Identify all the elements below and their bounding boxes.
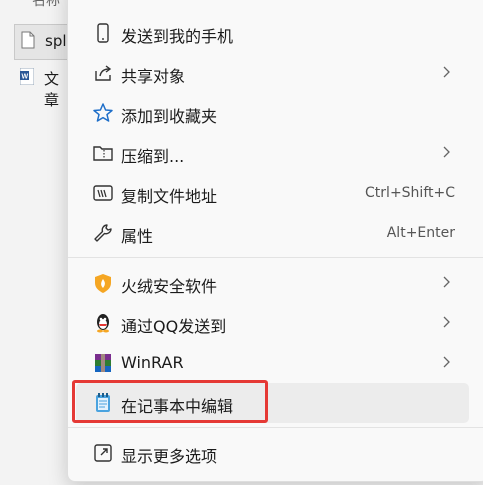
- qq-penguin-icon: [97, 314, 109, 333]
- chevron-right-icon: [443, 316, 450, 328]
- menu-item-label: 复制文件地址: [121, 187, 218, 206]
- wrench-icon: [94, 224, 112, 242]
- menu-item-send-via-qq[interactable]: 通过QQ发送到: [76, 303, 469, 343]
- huorong-shield-icon: [95, 274, 111, 293]
- file-icon: [21, 31, 35, 49]
- menu-item-label: 共享对象: [121, 67, 186, 86]
- partial-icon: [92, 0, 114, 4]
- menu-item-show-more-options[interactable]: 显示更多选项: [76, 433, 469, 473]
- svg-text:W: W: [22, 74, 29, 81]
- menu-item-send-to-phone[interactable]: 发送到我的手机: [76, 13, 469, 53]
- chevron-right-icon: [443, 276, 450, 288]
- menu-item-label: 属性: [121, 227, 154, 246]
- menu-item-copy-path[interactable]: 复制文件地址 Ctrl+Shift+C: [76, 173, 469, 213]
- menu-item-label: 火绒安全软件: [121, 277, 218, 296]
- share-icon: [95, 65, 112, 81]
- winrar-icon: [95, 354, 111, 372]
- menu-item-label: 添加到收藏夹: [121, 107, 218, 126]
- shortcut-text: Alt+Enter: [386, 225, 455, 241]
- menu-item-label: 通过QQ发送到: [121, 317, 227, 336]
- shortcut-text: Ctrl+Shift+C: [365, 185, 455, 201]
- column-header-name[interactable]: 名称: [32, 0, 60, 10]
- star-icon: [93, 103, 113, 122]
- menu-item-label: WinRAR: [121, 353, 184, 372]
- menu-item-label: 显示更多选项: [121, 447, 218, 466]
- zip-folder-icon: [93, 146, 113, 161]
- menu-item-properties[interactable]: 属性 Alt+Enter: [76, 213, 469, 253]
- menu-item-compress-to[interactable]: 压缩到...: [76, 133, 469, 173]
- menu-item-label: 压缩到...: [121, 147, 185, 166]
- file-name: 文章: [44, 70, 60, 109]
- chevron-right-icon: [443, 66, 450, 78]
- menu-item-winrar[interactable]: WinRAR: [76, 343, 469, 383]
- menu-item-share[interactable]: 共享对象: [76, 53, 469, 93]
- more-options-icon: [94, 444, 112, 462]
- menu-item-add-favorites[interactable]: 添加到收藏夹: [76, 93, 469, 133]
- chevron-right-icon: [443, 356, 450, 368]
- word-doc-icon: W: [20, 68, 34, 85]
- menu-item-huorong[interactable]: 火绒安全软件: [76, 263, 469, 303]
- file-row-selected[interactable]: spli: [14, 24, 75, 60]
- menu-item-partial: [76, 0, 469, 13]
- chevron-right-icon: [443, 146, 450, 158]
- highlight-box: [72, 380, 268, 423]
- menu-item-label: 发送到我的手机: [121, 27, 234, 46]
- copy-path-icon: [93, 185, 113, 201]
- phone-icon: [97, 23, 109, 43]
- menu-separator: [68, 427, 483, 428]
- menu-separator: [68, 257, 483, 258]
